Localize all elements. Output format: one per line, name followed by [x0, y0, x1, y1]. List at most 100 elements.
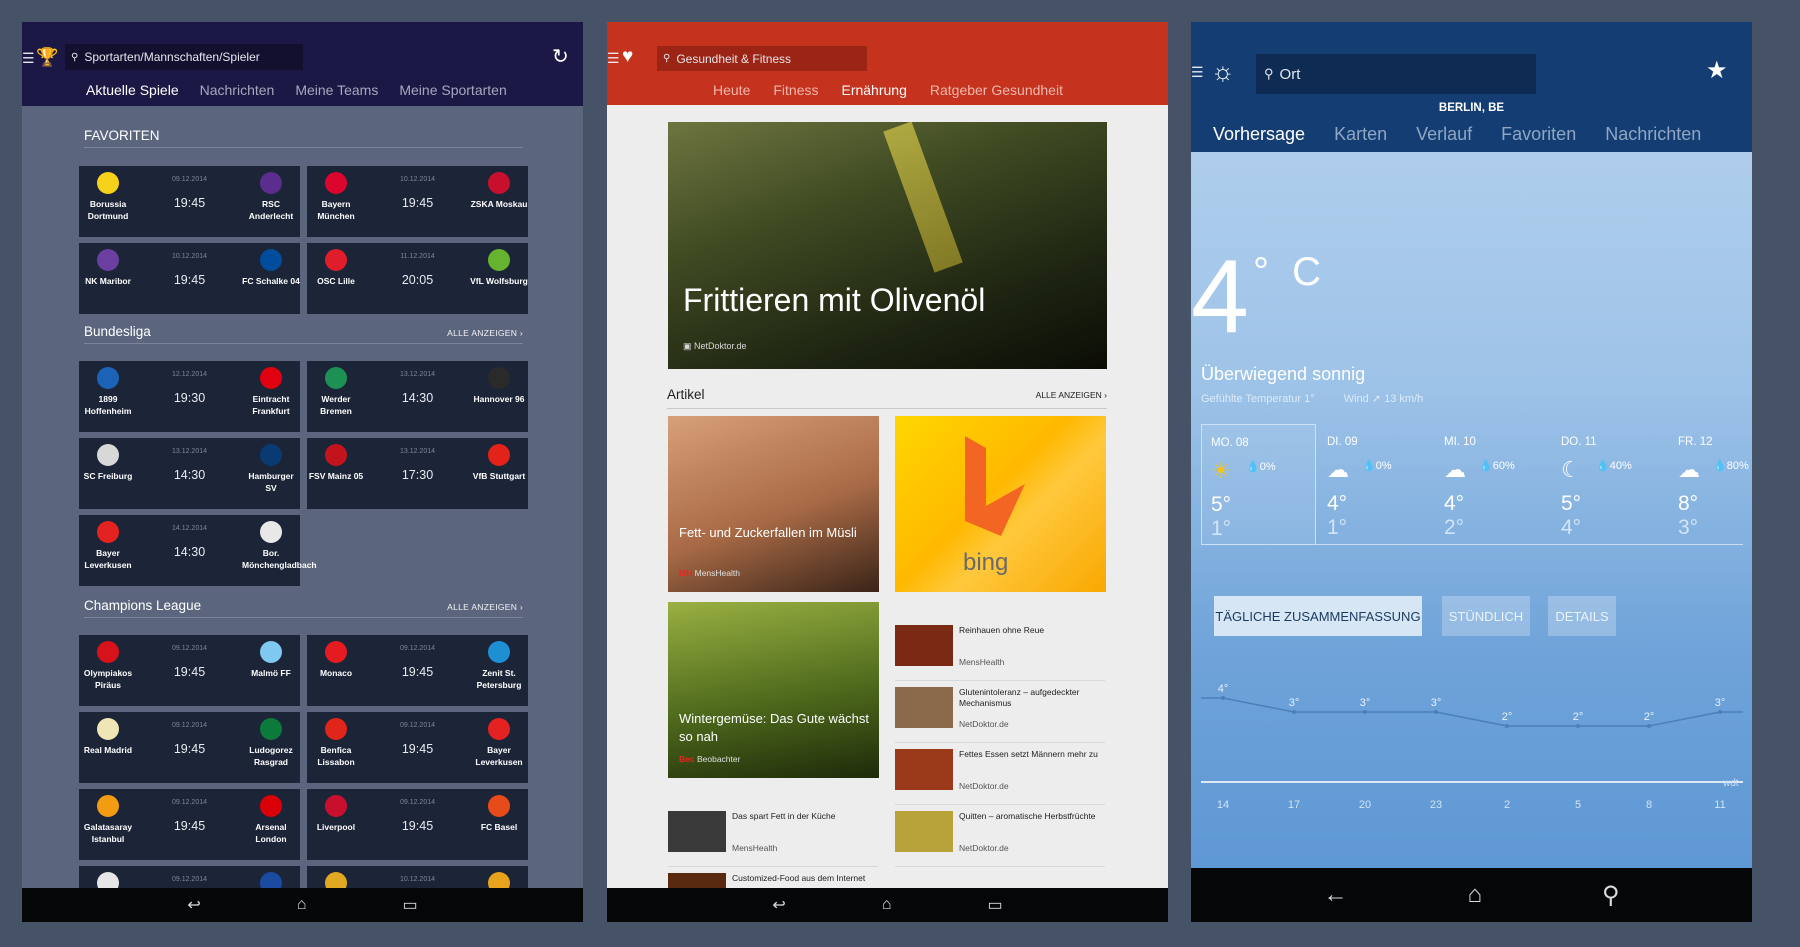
- home-icon[interactable]: ⌂: [297, 896, 307, 914]
- search-icon: ⚲: [71, 51, 79, 63]
- match-card[interactable]: Galatasaray Istanbul 09.12.2014 19:45 Arsen…: [79, 789, 300, 860]
- team-crest-icon: [260, 172, 282, 194]
- tab-favoriten[interactable]: Favoriten: [1501, 124, 1576, 145]
- home-icon[interactable]: ⌂: [882, 896, 892, 914]
- match-card[interactable]: Real Madrid 09.12.2014 19:45 Ludogorez Rasg…: [79, 712, 300, 783]
- forecast-day[interactable]: DI. 09 ☁ 💧0% 4° 1°: [1318, 424, 1433, 545]
- tab-meine-teams[interactable]: Meine Teams: [295, 82, 378, 98]
- article-row[interactable]: Glutenintoleranz – aufgedeckter Mechanis…: [895, 681, 1105, 743]
- menu-icon[interactable]: ☰: [22, 50, 35, 67]
- menu-icon[interactable]: ☰: [607, 50, 620, 67]
- temp-point: [1647, 724, 1651, 728]
- match-card[interactable]: Bayern München 10.12.2014 19:45 ZSKA Moskau: [307, 166, 528, 237]
- recent-apps-icon[interactable]: ▭: [987, 895, 1002, 915]
- precipitation-chance: 💧60%: [1479, 460, 1515, 472]
- match-card[interactable]: OSC Lille 11.12.2014 20:05 VfL Wolfsburg: [307, 243, 528, 314]
- tab-karten[interactable]: Karten: [1334, 124, 1387, 145]
- health-header: ☰ ♥ ⚲ Gesundheit & Fitness Heute Fitness…: [607, 22, 1168, 105]
- hour-label: 2: [1504, 799, 1510, 811]
- match-card[interactable]: Liverpool 09.12.2014 19:45 FC Basel: [307, 789, 528, 860]
- match-card[interactable]: SC Freiburg 13.12.2014 14:30 Hamburger SV: [79, 438, 300, 509]
- low-temp: 1°: [1211, 517, 1232, 540]
- search-input[interactable]: ⚲ Gesundheit & Fitness: [657, 46, 867, 71]
- hour-label: 17: [1288, 799, 1300, 811]
- day-name: MI. 10: [1444, 436, 1476, 448]
- team-crest-icon: [488, 795, 510, 817]
- cloud-icon: ☁: [1678, 457, 1700, 482]
- team-name: Bayer Leverkusen: [475, 745, 523, 767]
- article-row[interactable]: Reinhauen ohne Reue MensHealth: [895, 619, 1105, 681]
- hero-image: [883, 122, 963, 273]
- condition-label: Überwiegend sonnig: [1201, 364, 1366, 384]
- match-card[interactable]: Monaco 09.12.2014 19:45 Zenit St. Petersbur…: [307, 635, 528, 706]
- moon-cloud-icon: ☾: [1561, 457, 1581, 482]
- match-card[interactable]: NK Maribor 10.12.2014 19:45 FC Schalke 04: [79, 243, 300, 314]
- article-thumbnail: [895, 811, 953, 852]
- match-card[interactable]: Werder Bremen 13.12.2014 14:30 Hannover 96: [307, 361, 528, 432]
- article-title: Reinhauen ohne Reue: [959, 625, 1045, 635]
- article-row[interactable]: Quitten – aromatische Herbstfrüchte NetDo…: [895, 805, 1105, 867]
- team-crest-icon: [260, 795, 282, 817]
- home-icon[interactable]: ⌂: [1467, 881, 1482, 909]
- forecast-day[interactable]: DO. 11 ☾ 💧40% 5° 4°: [1552, 424, 1667, 545]
- menu-icon[interactable]: ☰: [1191, 64, 1204, 81]
- tab-nachrichten[interactable]: Nachrichten: [1605, 124, 1701, 145]
- forecast-day[interactable]: FR. 12 ☁ 💧80% 8° 3°: [1669, 424, 1752, 545]
- article-row[interactable]: Das spart Fett in der Küche MensHealth: [668, 805, 878, 867]
- day-name: DI. 09: [1327, 436, 1358, 448]
- health-app-panel: ☰ ♥ ⚲ Gesundheit & Fitness Heute Fitness…: [607, 22, 1168, 922]
- search-input[interactable]: ⚲ Ort: [1256, 54, 1536, 94]
- match-card[interactable]: Borussia Dortmund 09.12.2014 19:45 RSC Ande…: [79, 166, 300, 237]
- hero-article[interactable]: Frittieren mit Olivenöl ▣ NetDoktor.de: [668, 122, 1107, 369]
- low-temp: 3°: [1678, 516, 1699, 539]
- article-card[interactable]: Fett- und Zuckerfallen im Müsli MH MensH…: [668, 416, 879, 592]
- tab-ratgeber[interactable]: Ratgeber Gesundheit: [930, 82, 1063, 98]
- away-team: FC Schalke 04: [242, 249, 300, 287]
- match-card[interactable]: Benfica Lissabon 09.12.2014 19:45 Bayer Lev…: [307, 712, 528, 783]
- tab-verlauf[interactable]: Verlauf: [1416, 124, 1472, 145]
- search-icon[interactable]: ⚲: [1602, 881, 1620, 910]
- search-input[interactable]: ⚲ Sportarten/Mannschaften/Spieler: [65, 44, 303, 70]
- section-title: FAVORITEN: [84, 128, 160, 143]
- match-card[interactable]: 1899 Hoffenheim 12.12.2014 19:30 Eintracht …: [79, 361, 300, 432]
- tab-meine-sportarten[interactable]: Meine Sportarten: [399, 82, 506, 98]
- show-all-link[interactable]: ALLE ANZEIGEN ›: [1036, 390, 1107, 400]
- refresh-icon[interactable]: ↻: [552, 44, 569, 69]
- daily-summary-button[interactable]: TÄGLICHE ZUSAMMENFASSUNG: [1214, 596, 1422, 636]
- show-all-link[interactable]: ALLE ANZEIGEN ›: [447, 328, 523, 338]
- article-card[interactable]: Wintergemüse: Das Gute wächst so nah Bec…: [668, 602, 879, 778]
- search-icon: ⚲: [663, 53, 671, 64]
- hero-source: ▣ NetDoktor.de: [683, 341, 747, 351]
- show-all-link[interactable]: ALLE ANZEIGEN ›: [447, 602, 523, 612]
- tab-nachrichten[interactable]: Nachrichten: [200, 82, 275, 98]
- match-card[interactable]: Bayer Leverkusen 14.12.2014 14:30 Bor. Mönc…: [79, 515, 317, 586]
- team-name: FC Schalke 04: [242, 276, 300, 286]
- article-source: Bec Beobachter: [679, 754, 741, 764]
- forecast-day[interactable]: MO. 08 ☀ 💧0% 5° 1°: [1201, 424, 1316, 545]
- article-row[interactable]: Fettes Essen setzt Männern mehr zu NetDok…: [895, 743, 1105, 805]
- tab-heute[interactable]: Heute: [713, 82, 750, 98]
- back-arrow-icon[interactable]: ←: [1323, 881, 1347, 909]
- away-team: Bor. Mönchengladbach: [242, 521, 317, 571]
- match-card[interactable]: FSV Mainz 05 13.12.2014 17:30 VfB Stuttgart: [307, 438, 528, 509]
- add-favorite-star-icon[interactable]: ★: [1706, 56, 1728, 85]
- team-crest-icon: [488, 718, 510, 740]
- tab-fitness[interactable]: Fitness: [773, 82, 818, 98]
- details-button[interactable]: DETAILS: [1548, 596, 1616, 636]
- tab-vorhersage[interactable]: Vorhersage: [1213, 124, 1305, 145]
- bing-ad-card[interactable]: bing: [895, 416, 1106, 592]
- team-name: Hannover 96: [473, 394, 525, 404]
- search-icon: ⚲: [1264, 66, 1274, 81]
- back-icon[interactable]: ↩: [772, 895, 785, 915]
- back-icon[interactable]: ↩: [187, 895, 200, 915]
- recent-apps-icon[interactable]: ▭: [402, 895, 417, 915]
- tab-aktuelle-spiele[interactable]: Aktuelle Spiele: [86, 82, 179, 98]
- match-card[interactable]: Olympiakos Piräus 09.12.2014 19:45 Malmö FF: [79, 635, 300, 706]
- team-crest-icon: [260, 367, 282, 389]
- forecast-day[interactable]: MI. 10 ☁ 💧60% 4° 2°: [1435, 424, 1550, 545]
- articles-title: Artikel: [667, 387, 705, 402]
- tab-ernaehrung[interactable]: Ernährung: [841, 82, 906, 98]
- android-nav-bar: ← ⌂ ⚲: [1191, 868, 1752, 922]
- hourly-button[interactable]: STÜNDLICH: [1442, 596, 1530, 636]
- raindrop-icon: 💧: [1246, 461, 1260, 473]
